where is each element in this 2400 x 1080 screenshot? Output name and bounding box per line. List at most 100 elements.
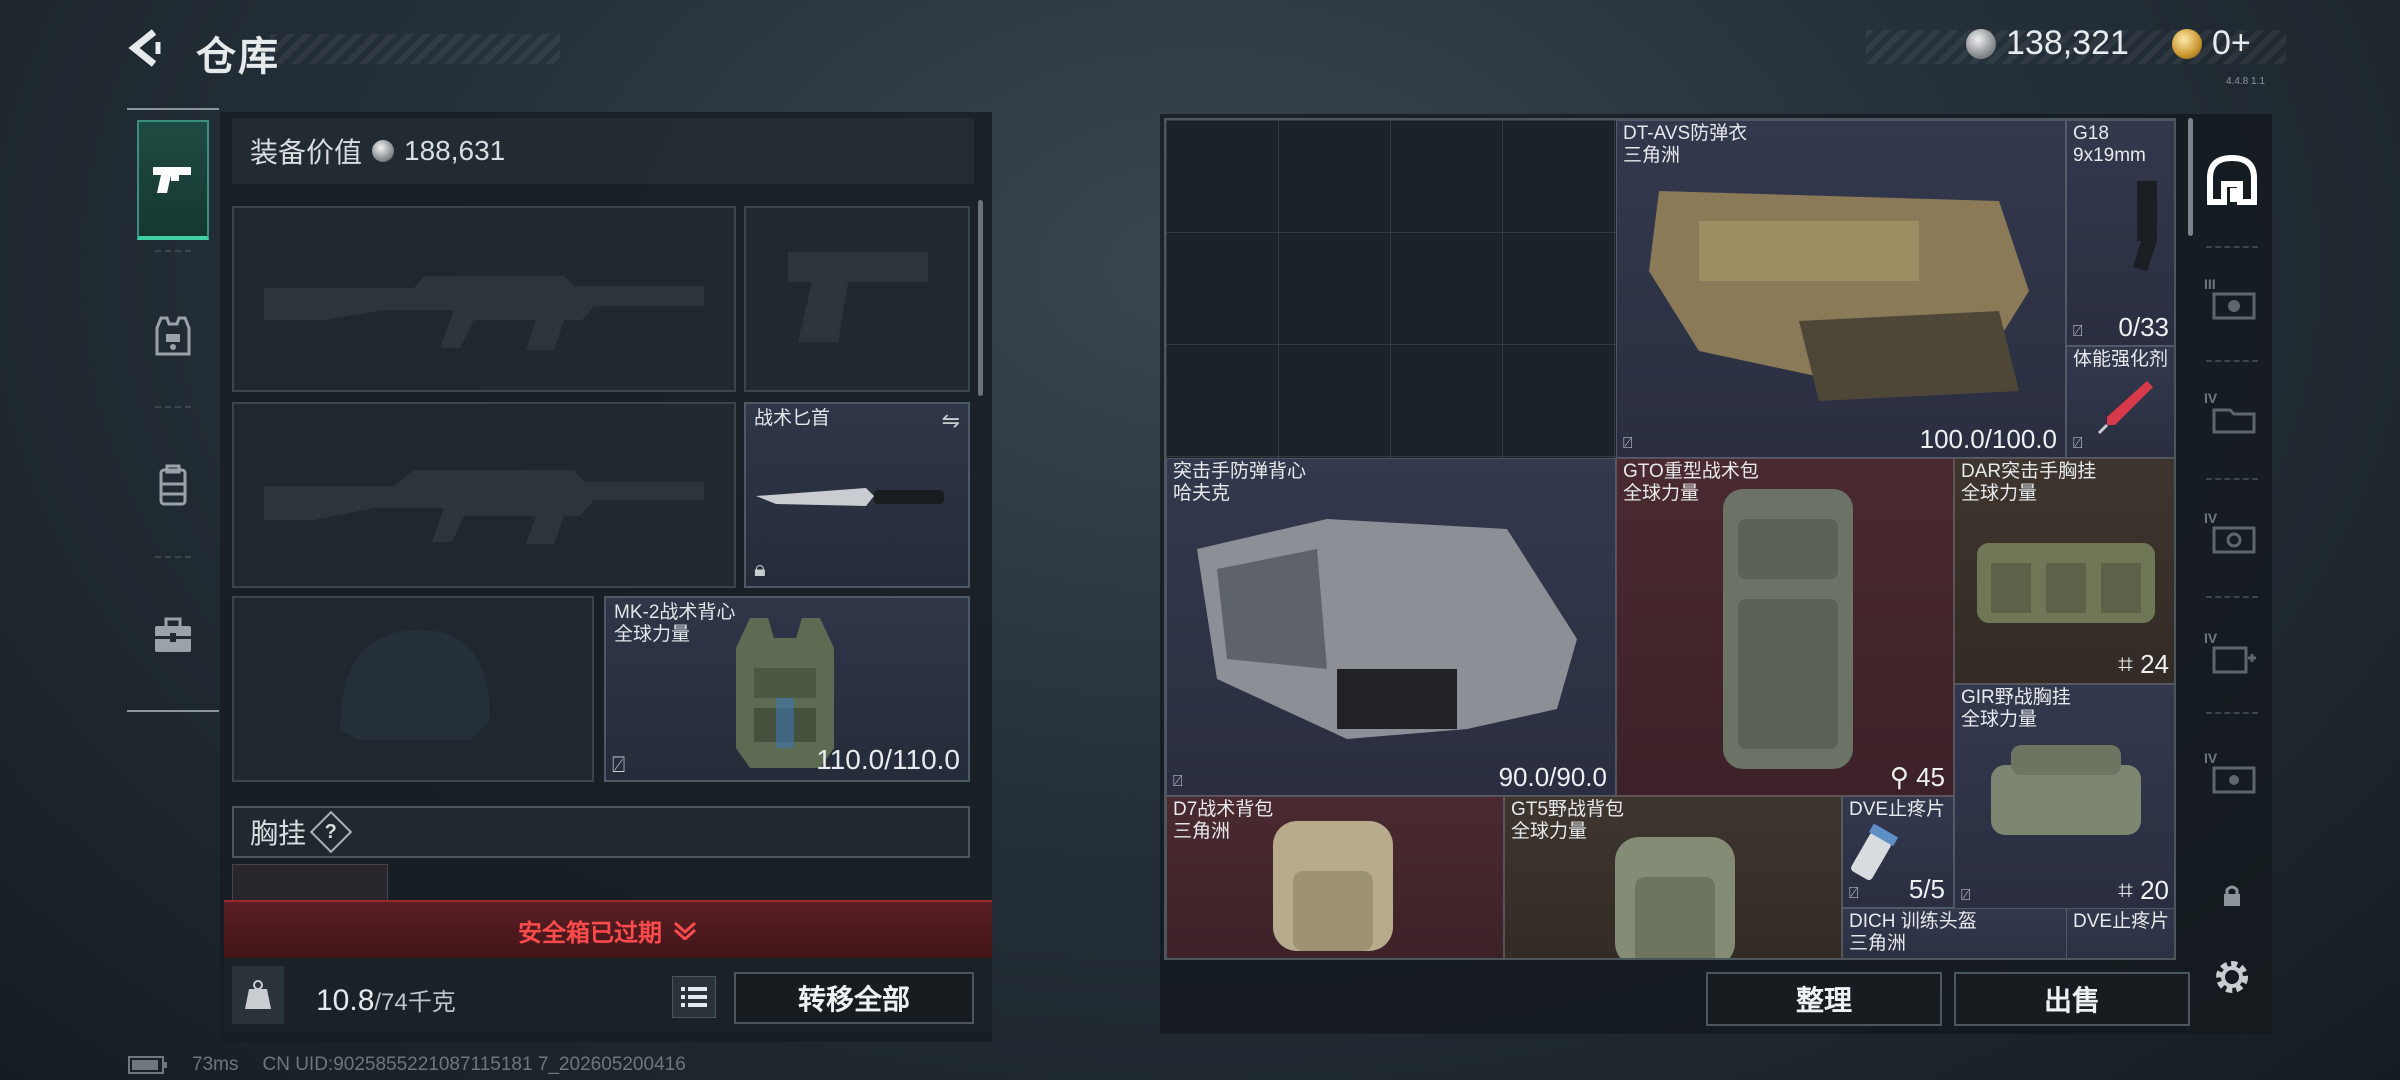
storage-tab-4b[interactable]: IV [2200,484,2264,584]
storage-lock-button[interactable] [2200,846,2264,946]
storage-tab-4c[interactable]: IV [2200,604,2264,704]
storage-tab-icon: IV [2204,390,2260,438]
storage-scrollbar[interactable] [2188,118,2193,236]
weight-max: /74千克 [374,989,456,1016]
no-insure-icon: ⍁ [1173,773,1183,790]
gear-icon [2216,961,2248,993]
primary-weapon-slot[interactable] [232,206,736,392]
lock-icon [2224,885,2240,906]
weight-current: 10.8 [316,984,375,1017]
sell-button[interactable]: 出售 [1954,972,2190,1026]
equipment-scrollbar[interactable] [978,200,983,396]
silver-amount: 138,321 [2006,24,2129,62]
pistol-image [2133,181,2157,271]
chest-rig-image [1991,745,2141,835]
helmet-slot[interactable] [232,596,594,782]
armor-image [1649,191,2029,401]
silver-currency: 138,321 [1966,24,2129,63]
storage-item[interactable]: DICH 训练头盔 三角洲 [1842,908,2068,958]
safebox-expired-text: 安全箱已过期 [518,919,662,947]
category-tools[interactable] [137,576,209,696]
safebox-expired-banner[interactable]: 安全箱已过期 [224,900,992,958]
backpack-image [1723,489,1853,769]
title-decoration [270,34,560,64]
no-insure-icon: ⍁ [1961,887,1971,904]
silver-coin-icon [372,140,395,162]
category-bar [127,108,219,712]
settings-button[interactable] [2200,932,2264,1022]
category-armor[interactable] [137,276,209,396]
vest-slot[interactable]: MK-2战术背心 全球力量 ⍁ 110.0/110.0 [604,596,970,782]
storage-item[interactable]: DT-AVS防弹衣 三角洲 ⍁ 100.0/100.0 [1616,120,2066,458]
weight-icon [232,966,284,1024]
chest-rig-header: 胸挂 ? [232,806,970,858]
vest-name: MK-2战术背心 全球力量 [614,602,736,645]
pill-bottle-image [1851,823,1899,881]
category-backpack[interactable] [137,426,209,546]
gold-coin-icon [2172,28,2202,59]
list-view-button[interactable] [672,976,716,1018]
chest-rig-label: 胸挂 [250,818,307,849]
chevron-down-icon [673,921,697,940]
battery-icon [128,1056,167,1074]
gold-currency[interactable]: 0+ [2172,24,2251,63]
equipment-value-header: 装备价值 188,631 [232,118,974,184]
status-bar: 73ms CN UID:9025855221087115181 7_202605… [128,1054,686,1076]
syringe-image [2097,381,2153,435]
no-insure-icon: ⍁ [2073,323,2083,340]
storage-item[interactable]: D7战术背包 三角洲 [1166,796,1504,958]
safebox-icon [2207,154,2257,205]
melee-slot[interactable]: 战术匕首 ⇋ 🔒︎ [744,402,970,588]
swap-icon[interactable]: ⇋ [942,408,960,434]
gold-amount: 0+ [2212,24,2251,62]
sidearm-slot[interactable] [744,206,970,392]
storage-item[interactable]: 突击手防弹背心 哈夫克 ⍁ 90.0/90.0 [1166,458,1616,796]
vest-image [1197,519,1577,739]
help-icon[interactable]: ? [309,810,353,854]
silver-coin-icon [1966,28,1996,59]
storage-grid: DT-AVS防弹衣 三角洲 ⍁ 100.0/100.0 G18 9x19mm ⍁ 0… [1164,118,2176,960]
storage-item[interactable]: DAR突击手胸挂 全球力量 ⌗ 24 [1954,458,2174,684]
storage-item[interactable]: GT5野战背包 全球力量 [1504,796,1842,958]
storage-item[interactable]: GTO重型战术包 全球力量 ⚲ 45 [1616,458,1954,796]
storage-tab-icon: III [2204,276,2260,324]
storage-item[interactable]: GIR野战胸挂 全球力量 ⍁ ⌗ 20 [1954,684,2174,910]
equipment-value: 188,631 [404,135,506,166]
storage-item[interactable]: G18 9x19mm ⍁ 0/33 [2066,120,2174,346]
version-text: 4.4.8 1.1 [2226,76,2265,87]
backpack-image [1273,821,1393,951]
chest-rig-image [1977,543,2155,623]
backpack-icon [159,464,187,506]
list-icon [681,987,707,1007]
weight-readout: 10.8/74千克 [316,982,456,1018]
storage-tab-3[interactable]: III [2200,250,2264,350]
sort-button[interactable]: 整理 [1706,972,1942,1026]
chest-rig-slot[interactable] [232,864,388,904]
knife-icon [756,488,944,506]
back-button[interactable] [120,22,172,74]
no-insure-icon: ⍁ [1849,885,1859,902]
armor-icon [155,316,191,356]
no-insure-icon: ⍁ [1623,435,1633,452]
storage-tab-icon: IV [2204,750,2260,798]
pistol-icon [153,167,191,193]
storage-tab-4d[interactable]: IV [2200,724,2264,824]
rifle-silhouette-icon [264,470,704,544]
secondary-weapon-slot[interactable] [232,402,736,588]
transfer-all-button[interactable]: 转移全部 [734,972,974,1024]
uid-text: CN UID:9025855221087115181 7_20260520041… [262,1054,686,1075]
category-weapons[interactable] [137,120,209,240]
storage-tab-main[interactable] [2200,130,2264,230]
no-insure-icon: ⍁ [612,752,626,777]
equipment-value-label: 装备价值 [250,137,363,168]
lock-icon: 🔒︎ [754,556,766,581]
storage-item[interactable]: 体能强化剂 ⍁ [2066,346,2174,458]
rifle-silhouette-icon [264,276,704,350]
vest-durability: 110.0/110.0 [816,744,960,775]
storage-item[interactable]: DVE止疼片 ⍁ 5/5 [1842,796,1954,908]
storage-item[interactable]: DVE止疼片 [2066,908,2174,958]
no-insure-icon: ⍁ [2073,435,2083,452]
helmet-silhouette-icon [340,630,490,740]
storage-tab-icon: IV [2204,630,2260,678]
storage-tab-4a[interactable]: IV [2200,364,2264,464]
